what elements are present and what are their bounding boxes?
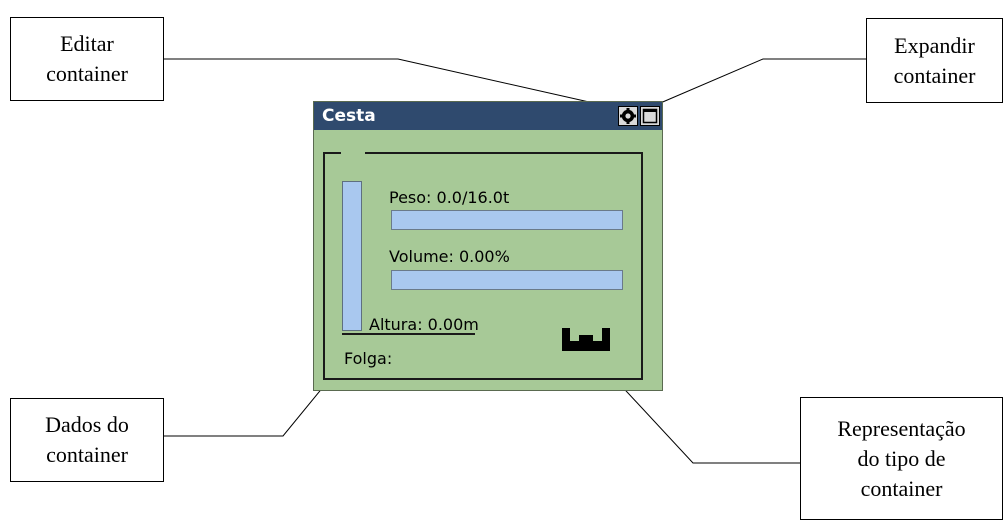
container-window: Cesta Peso: 0.0/16.0t Volume: 0.00% Altu… (313, 101, 663, 391)
callout-container-data: Dados do container (10, 398, 164, 482)
gear-icon (620, 108, 636, 124)
callout-expand-line-1: Expandir (894, 32, 975, 58)
callout-data-line-1: Dados do (45, 412, 129, 437)
callout-data-line-2: container (46, 442, 128, 467)
expand-container-button[interactable] (640, 106, 660, 126)
window-titlebar[interactable]: Cesta (314, 102, 662, 130)
maximize-icon (642, 108, 658, 124)
volume-label: Volume: 0.00% (389, 247, 510, 266)
callout-expand-container: Expandir container (866, 18, 1003, 103)
weight-progress-bar (391, 210, 623, 230)
callout-expand-line-2: container (893, 62, 976, 88)
edit-container-button[interactable] (618, 106, 638, 126)
callout-edit-container: Editar container (10, 17, 164, 101)
open-top-container-icon (562, 328, 610, 351)
window-title: Cesta (322, 106, 376, 126)
weight-label: Peso: 0.0/16.0t (389, 188, 510, 207)
height-label: Altura: 0.00m (369, 315, 479, 334)
callout-type-line-3: container (860, 475, 943, 501)
callout-edit-line-1: Editar (60, 31, 114, 56)
clearance-label: Folga: (344, 349, 393, 368)
volume-progress-bar (391, 270, 623, 290)
height-vertical-bar (342, 181, 362, 331)
callout-edit-line-2: container (46, 61, 128, 86)
callout-type-line-2: do tipo de (857, 445, 946, 471)
callout-container-type: Representação do tipo de container (800, 397, 1003, 520)
group-legend-gap (341, 146, 365, 158)
callout-type-line-1: Representação (837, 415, 966, 441)
